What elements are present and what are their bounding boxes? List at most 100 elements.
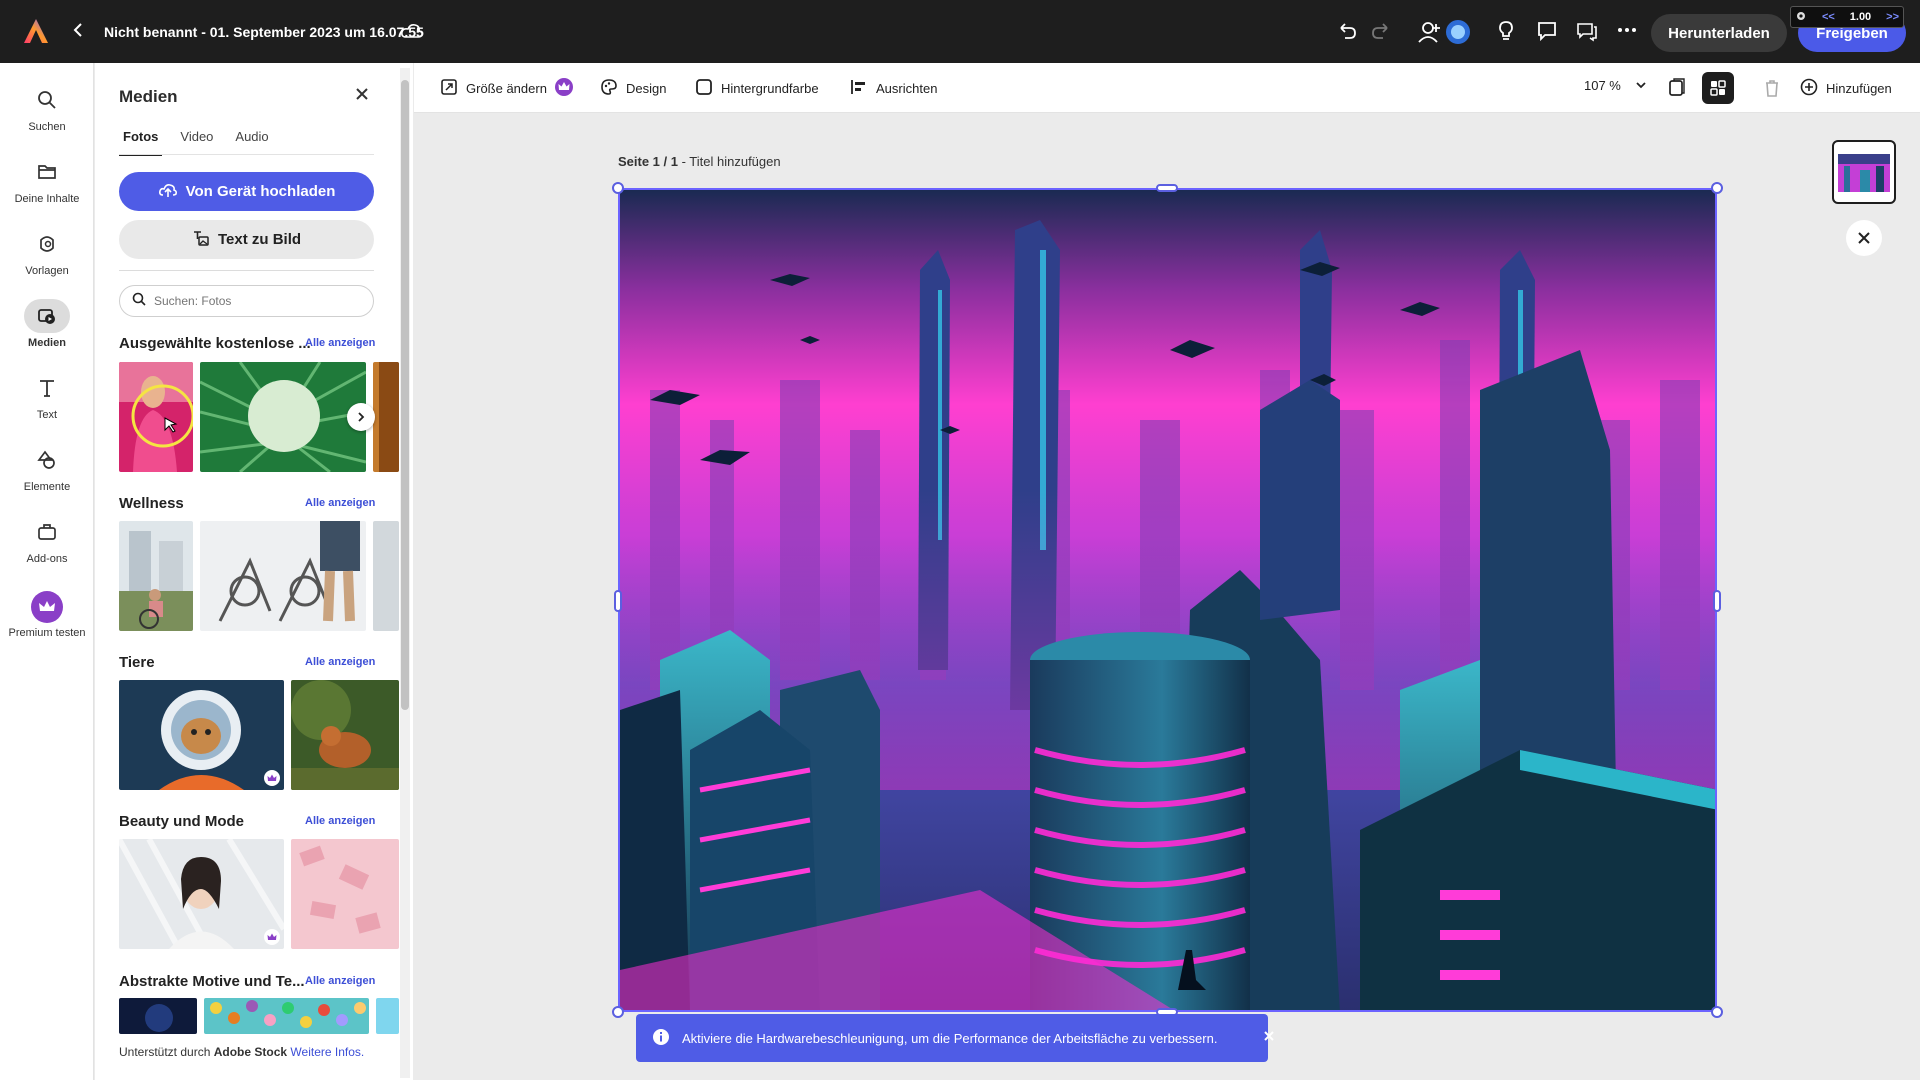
rail-item-templates[interactable]: Vorlagen — [0, 227, 94, 277]
tab-audio[interactable]: Audio — [231, 129, 272, 156]
see-all-wellness-link[interactable]: Alle anzeigen — [305, 497, 375, 509]
rail-item-search[interactable]: Suchen — [0, 83, 94, 133]
add-label: Hinzufügen — [1826, 81, 1892, 96]
see-all-beauty-link[interactable]: Alle anzeigen — [305, 815, 375, 827]
search-icon — [132, 292, 146, 311]
more-info-link[interactable]: Weitere Infos. — [290, 1045, 364, 1059]
rail-label: Suchen — [28, 121, 66, 133]
upload-from-device-button[interactable]: Von Gerät hochladen — [119, 172, 374, 211]
back-chevron-icon[interactable] — [72, 20, 84, 46]
search-input[interactable] — [154, 294, 354, 308]
page-thumbnail[interactable] — [1832, 140, 1896, 204]
rail-item-your-content[interactable]: Deine Inhalte — [0, 155, 94, 205]
photo-thumbnail[interactable] — [119, 680, 284, 790]
photo-thumbnail[interactable] — [200, 362, 366, 472]
lightbulb-icon[interactable] — [1496, 20, 1516, 47]
resize-handle-bottom-right[interactable] — [1711, 1006, 1723, 1018]
text-to-image-button[interactable]: Text zu Bild — [119, 220, 374, 259]
panel-title: Medien — [119, 87, 178, 106]
trash-icon[interactable] — [1756, 72, 1788, 104]
close-icon[interactable] — [354, 85, 370, 108]
photo-thumbnail[interactable] — [119, 521, 193, 631]
adobe-express-logo[interactable] — [22, 17, 50, 45]
cloud-upload-icon — [158, 182, 178, 202]
photo-thumbnail[interactable] — [291, 839, 399, 949]
chevron-down-icon — [1635, 78, 1647, 93]
layers-grid-icon[interactable] — [1702, 72, 1734, 104]
rail-item-text[interactable]: Text — [0, 371, 94, 421]
photo-thumbnail[interactable] — [119, 839, 284, 949]
search-field[interactable] — [119, 285, 374, 317]
upload-label: Von Gerät hochladen — [185, 183, 336, 200]
scrollbar-thumb[interactable] — [401, 80, 409, 710]
resize-button[interactable]: Größe ändern — [440, 78, 573, 99]
photo-thumbnail[interactable] — [200, 521, 366, 631]
background-color-button[interactable]: Hintergrundfarbe — [695, 78, 819, 99]
resize-handle-bottom-left[interactable] — [612, 1006, 624, 1018]
close-page-panel-icon[interactable] — [1846, 220, 1882, 256]
photo-thumbnail[interactable] — [373, 362, 399, 472]
editor-toolbar: Größe ändern Design Hintergrundfarbe Aus… — [414, 63, 1920, 113]
pages-icon[interactable] — [1660, 72, 1692, 104]
align-button[interactable]: Ausrichten — [850, 78, 937, 99]
resize-handle-right[interactable] — [1713, 590, 1721, 612]
media-tabs: Fotos Video Audio — [119, 129, 287, 156]
photo-thumbnail[interactable] — [119, 362, 193, 472]
media-icon — [24, 299, 70, 333]
photo-thumbnail[interactable] — [291, 680, 399, 790]
present-icon[interactable] — [1576, 20, 1598, 47]
info-icon — [652, 1028, 670, 1049]
panel-scrollbar[interactable] — [400, 68, 410, 1078]
more-options-icon[interactable] — [1616, 22, 1638, 43]
page-title-hint[interactable]: - Titel hinzufügen — [678, 154, 781, 169]
rail-item-elements[interactable]: Elemente — [0, 443, 94, 493]
premium-crown-icon — [554, 78, 573, 99]
photo-thumbnail[interactable] — [204, 998, 369, 1034]
close-icon[interactable] — [1263, 1029, 1275, 1047]
photo-thumbnail[interactable] — [376, 998, 399, 1034]
playback-speed-overlay[interactable]: << 1.00 >> — [1790, 6, 1904, 28]
design-button[interactable]: Design — [600, 78, 666, 99]
resize-handle-top-right[interactable] — [1711, 182, 1723, 194]
artboard-image[interactable] — [618, 188, 1717, 1012]
rail-label: Premium testen — [8, 627, 86, 639]
settings-gear-icon[interactable] — [1795, 10, 1807, 25]
elements-icon — [24, 443, 70, 477]
resize-icon — [440, 78, 458, 99]
see-all-abstract-link[interactable]: Alle anzeigen — [305, 975, 375, 987]
resize-handle-top[interactable] — [1156, 184, 1178, 192]
plus-circle-icon — [1800, 78, 1818, 99]
page-label[interactable]: Seite 1 / 1 - Titel hinzufügen — [618, 154, 781, 169]
speed-increase-button[interactable]: >> — [1886, 11, 1899, 23]
align-left-icon — [850, 78, 868, 99]
zoom-dropdown[interactable]: 107 % — [1584, 78, 1647, 93]
rail-label: Vorlagen — [25, 265, 69, 277]
page-number: Seite 1 / 1 — [618, 154, 678, 169]
tab-video[interactable]: Video — [176, 129, 217, 156]
rail-item-premium[interactable]: Premium testen — [0, 591, 94, 639]
photo-thumbnail[interactable] — [119, 998, 197, 1034]
see-all-featured-link[interactable]: Alle anzeigen — [305, 337, 375, 349]
add-button[interactable]: Hinzufügen — [1800, 78, 1892, 99]
collaborators-group[interactable] — [1414, 16, 1474, 48]
tab-photos[interactable]: Fotos — [119, 129, 163, 156]
resize-handle-top-left[interactable] — [612, 182, 624, 194]
download-button[interactable]: Herunterladen — [1651, 14, 1787, 52]
undo-icon[interactable] — [1336, 20, 1358, 47]
footer-prefix: Unterstützt durch — [119, 1045, 214, 1059]
see-all-animals-link[interactable]: Alle anzeigen — [305, 656, 375, 668]
cloud-sync-icon[interactable] — [400, 21, 424, 46]
section-title-beauty: Beauty und Mode — [119, 813, 245, 830]
carousel-next-button[interactable] — [347, 403, 375, 431]
text-icon — [24, 371, 70, 405]
resize-handle-left[interactable] — [614, 590, 622, 612]
comment-icon[interactable] — [1536, 20, 1558, 47]
rail-item-addons[interactable]: Add-ons — [0, 515, 94, 565]
document-title[interactable]: Nicht benannt - 01. September 2023 um 16… — [104, 24, 424, 40]
text-to-image-icon — [192, 229, 210, 251]
speed-decrease-button[interactable]: << — [1822, 11, 1835, 23]
redo-icon[interactable] — [1370, 20, 1392, 47]
rail-item-media[interactable]: Medien — [0, 299, 94, 349]
photo-thumbnail[interactable] — [373, 521, 399, 631]
footer-brand: Adobe Stock — [213, 1045, 288, 1059]
